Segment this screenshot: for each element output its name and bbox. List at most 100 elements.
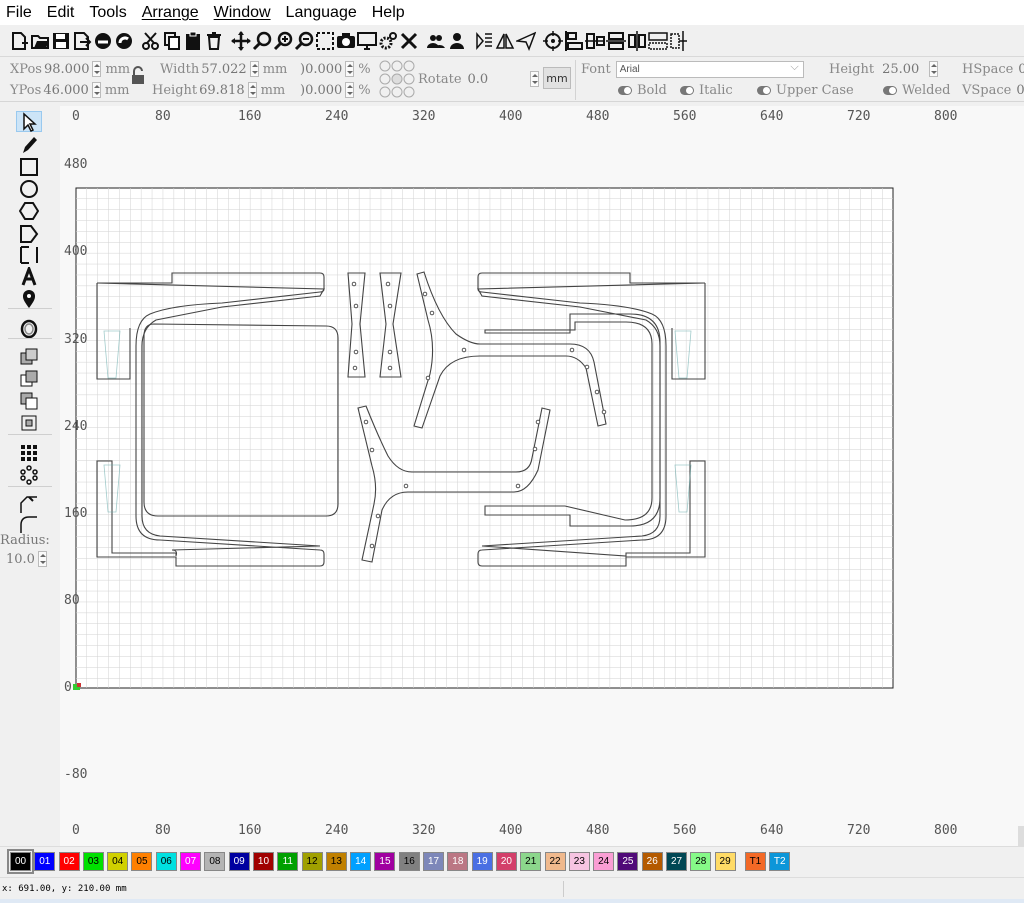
welded-checkbox[interactable] xyxy=(883,85,897,95)
rectangle-tool[interactable] xyxy=(16,156,42,177)
height-field[interactable]: Height 69.818 mm xyxy=(152,80,287,100)
trash-button[interactable] xyxy=(203,29,224,53)
layer-swatch-t2[interactable]: T2 xyxy=(769,852,791,871)
layer-swatch-04[interactable]: 04 xyxy=(107,852,129,871)
xpos-field[interactable]: XPos 98.000 mm xyxy=(10,59,132,79)
circle-fill-button[interactable] xyxy=(113,29,134,53)
offset-tool[interactable] xyxy=(16,318,42,339)
cursor-tool[interactable] xyxy=(16,111,42,132)
scale-x-value[interactable]: )0.000 xyxy=(300,62,342,77)
new-file-button[interactable] xyxy=(8,29,29,53)
text-tool[interactable] xyxy=(16,266,42,287)
rotate-value[interactable]: 0.0 xyxy=(468,72,489,87)
distribute-v-button[interactable] xyxy=(626,29,647,53)
copy-button[interactable] xyxy=(161,29,182,53)
menu-file[interactable]: File xyxy=(6,4,32,22)
layer-swatch-09[interactable]: 09 xyxy=(228,852,250,871)
scale-y-field[interactable]: )0.000 % xyxy=(300,80,373,100)
open-folder-button[interactable] xyxy=(29,29,50,53)
layer-swatch-20[interactable]: 20 xyxy=(495,852,517,871)
import-button[interactable] xyxy=(92,29,113,53)
camera-button[interactable] xyxy=(335,29,356,53)
layer-swatch-12[interactable]: 12 xyxy=(301,852,323,871)
layer-swatch-02[interactable]: 02 xyxy=(58,852,80,871)
zoom-in-button[interactable] xyxy=(272,29,293,53)
text-height-field[interactable]: Height 25.00 xyxy=(829,59,939,79)
layer-swatch-03[interactable]: 03 xyxy=(82,852,104,871)
bold-checkbox[interactable] xyxy=(618,85,632,95)
layer-swatch-00[interactable]: 00 xyxy=(7,849,34,874)
radius-spinner[interactable] xyxy=(37,551,47,567)
design-canvas[interactable]: 0 80 160 240 320 400 480 560 640 720 800 0 80 160 240 3… xyxy=(60,106,1024,846)
layer-swatch-10[interactable]: 10 xyxy=(252,852,274,871)
layer-swatch-26[interactable]: 26 xyxy=(641,852,663,871)
ypos-spinner[interactable] xyxy=(91,82,101,98)
users-button[interactable] xyxy=(425,29,446,53)
font-select[interactable]: Arial xyxy=(615,60,804,78)
align-center-button[interactable] xyxy=(584,29,605,53)
hspace-value[interactable]: 0. xyxy=(1018,62,1024,77)
height-spinner[interactable] xyxy=(247,82,257,98)
layer-swatch-06[interactable]: 06 xyxy=(155,852,177,871)
lock-ratio-icon[interactable] xyxy=(130,66,146,86)
italic-toggle[interactable]: Italic xyxy=(680,80,735,100)
layer-swatch-07[interactable]: 07 xyxy=(180,852,202,871)
center-button[interactable] xyxy=(668,29,689,53)
menu-help[interactable]: Help xyxy=(372,4,405,22)
radius-field[interactable]: 10.0 xyxy=(6,551,47,567)
layer-swatch-28[interactable]: 28 xyxy=(690,852,712,871)
select-rect-button[interactable] xyxy=(314,29,335,53)
anchor-grid[interactable] xyxy=(378,59,416,99)
mirror-v-button[interactable] xyxy=(494,29,515,53)
circle-array-tool[interactable] xyxy=(16,464,42,485)
menu-edit[interactable]: Edit xyxy=(47,4,75,22)
text-height-spinner[interactable] xyxy=(929,61,939,77)
grid-button[interactable] xyxy=(647,29,668,53)
scale-y-value[interactable]: )0.000 xyxy=(300,83,342,98)
polygon-tool[interactable] xyxy=(16,200,42,221)
distribute-h-button[interactable] xyxy=(605,29,626,53)
menu-window[interactable]: Window xyxy=(214,4,271,22)
mirror-h-button[interactable] xyxy=(473,29,494,53)
height-value[interactable]: 69.818 xyxy=(199,83,245,98)
cut-button[interactable] xyxy=(140,29,161,53)
layer-swatch-08[interactable]: 08 xyxy=(204,852,226,871)
array-tool[interactable] xyxy=(16,442,42,463)
settings-button[interactable] xyxy=(377,29,398,53)
width-field[interactable]: Width 57.022 mm xyxy=(160,59,289,79)
union-tool[interactable] xyxy=(16,346,42,367)
layer-swatch-24[interactable]: 24 xyxy=(593,852,615,871)
text-height-value[interactable]: 25.00 xyxy=(882,62,919,77)
uppercase-checkbox[interactable] xyxy=(757,85,771,95)
xpos-spinner[interactable] xyxy=(92,61,102,77)
zoom-fit-button[interactable] xyxy=(251,29,272,53)
layer-swatch-18[interactable]: 18 xyxy=(447,852,469,871)
italic-checkbox[interactable] xyxy=(680,85,694,95)
save-button[interactable] xyxy=(50,29,71,53)
layer-swatch-25[interactable]: 25 xyxy=(617,852,639,871)
width-value[interactable]: 57.022 xyxy=(201,62,247,77)
export-button[interactable] xyxy=(71,29,92,53)
layer-swatch-13[interactable]: 13 xyxy=(325,852,347,871)
xpos-value[interactable]: 98.000 xyxy=(44,62,90,77)
scale-x-spinner[interactable] xyxy=(345,61,355,77)
user-button[interactable] xyxy=(446,29,467,53)
monitor-button[interactable] xyxy=(356,29,377,53)
layer-swatch-27[interactable]: 27 xyxy=(666,852,688,871)
rotate-spinner[interactable] xyxy=(527,69,539,89)
intersect-tool[interactable] xyxy=(16,390,42,411)
ypos-field[interactable]: YPos 46.000 mm xyxy=(10,80,131,100)
layer-swatch-19[interactable]: 19 xyxy=(471,852,493,871)
layer-swatch-23[interactable]: 23 xyxy=(568,852,590,871)
layer-swatch-11[interactable]: 11 xyxy=(277,852,299,871)
layer-swatch-16[interactable]: 16 xyxy=(398,852,420,871)
move-button[interactable] xyxy=(230,29,251,53)
zoom-out-button[interactable] xyxy=(293,29,314,53)
clipboard-button[interactable] xyxy=(182,29,203,53)
copy-tool[interactable] xyxy=(16,412,42,433)
rounded-corner-tool[interactable] xyxy=(16,494,42,515)
unit-mm-button[interactable]: mm xyxy=(543,67,571,89)
width-spinner[interactable] xyxy=(249,61,259,77)
layer-swatch-22[interactable]: 22 xyxy=(544,852,566,871)
canvas-svg[interactable] xyxy=(60,106,1024,846)
